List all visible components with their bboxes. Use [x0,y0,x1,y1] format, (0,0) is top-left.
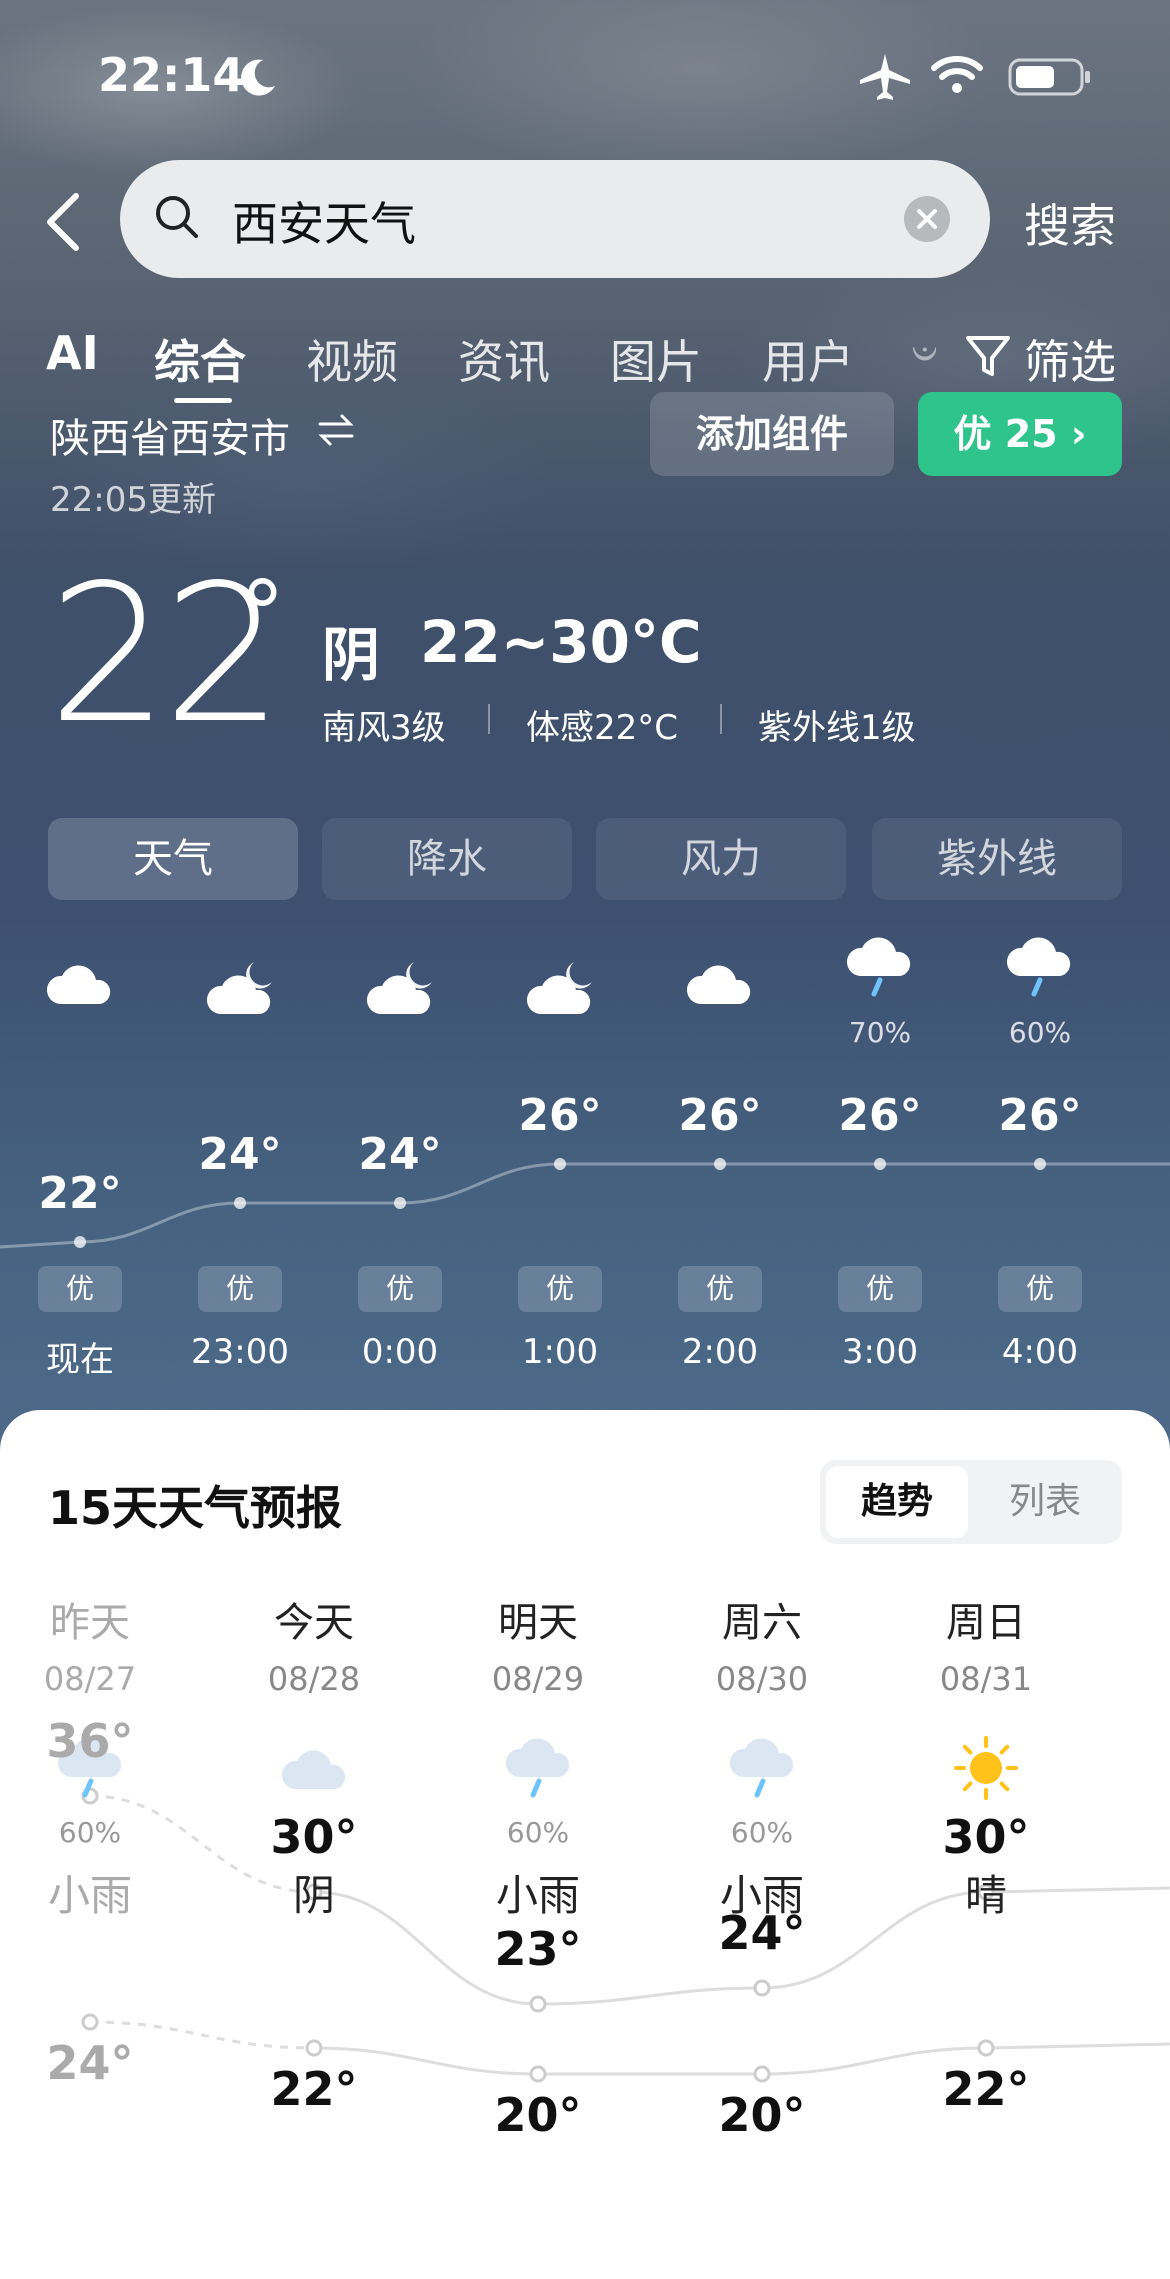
rain-icon [844,936,914,1002]
day-low-temp: 24° [46,2036,134,2090]
hourly-forecast[interactable]: 22° 优现在 24° 优 23:00 24° 优 0:00 26° 优 1:00 26° 优 2:00 7… [0,0,1170,1410]
day-name: 明天 [498,1600,578,1646]
day-low-temp: 20° [718,2088,806,2142]
air-quality-badge: 优 [518,1266,602,1312]
day-high-temp: 23° [494,1922,582,1976]
day-column[interactable]: 明天 08/29 60% 小雨 [438,1590,638,1923]
day-condition: 小雨 [47,1871,132,1920]
cloud-icon [684,960,754,1010]
hour-temp: 22° [38,1168,122,1219]
hour-label: 3:00 [841,1332,919,1372]
hour-temp: 26° [998,1090,1082,1141]
day-high-temp: 30° [942,1810,1030,1864]
day-high-temp: 30° [270,1810,358,1864]
hour-temp: 24° [198,1129,282,1180]
hour-label: 2:00 [681,1332,759,1372]
day-date: 08/30 [715,1660,809,1698]
sun-icon [886,1720,1086,1816]
day-name: 周日 [946,1600,1026,1646]
hour-temp: 26° [838,1090,922,1141]
air-quality-badge: 优 [198,1266,282,1312]
day-date: 08/31 [939,1660,1033,1698]
day-condition: 晴 [964,1871,1007,1920]
day-date: 08/27 [43,1660,137,1698]
air-quality-badge: 优 [358,1266,442,1312]
hour-label: 4:00 [1001,1332,1079,1372]
precip-chance: 60% [58,1816,122,1849]
air-quality-badge: 优 [678,1266,762,1312]
hour-temp: 26° [518,1090,602,1141]
day-name: 今天 [274,1600,354,1646]
day-low-temp: 20° [494,2088,582,2142]
hour-label: 现在 [46,1340,114,1380]
day-low-temp: 22° [942,2062,1030,2116]
rain-icon [1004,936,1074,1002]
hour-temp: 26° [678,1090,762,1141]
air-quality-badge: 优 [38,1266,122,1312]
cloud-moon-icon [364,960,438,1020]
day-name: 昨天 [50,1600,130,1646]
cloud-icon [214,1720,414,1816]
day-high-temp: 36° [46,1714,134,1768]
air-quality-badge: 优 [998,1266,1082,1312]
cloud-moon-icon [204,960,278,1020]
day-column[interactable]: 周六 08/30 60% 小雨 [662,1590,862,1923]
hour-label: 0:00 [361,1332,439,1372]
rain-icon [438,1720,638,1816]
precip-chance: 60% [730,1816,794,1849]
day-high-temp: 24° [718,1906,806,1960]
hour-label: 1:00 [521,1332,599,1372]
forecast-card: 15天天气预报 趋势 列表 昨天 08/27 60% 小雨 36° 24° 今天 08… [0,1410,1170,2279]
day-column[interactable]: 今天 08/28 阴 [214,1590,414,1923]
cloud-moon-icon [524,960,598,1020]
cloud-icon [44,960,114,1010]
day-condition: 小雨 [495,1871,580,1920]
precip-chance: 60% [506,1816,570,1849]
hour-temp: 24° [358,1129,442,1180]
day-condition: 阴 [292,1871,335,1920]
precip-chance: 70% [848,1016,912,1049]
hour-label: 23:00 [191,1332,289,1372]
day-date: 08/28 [267,1660,361,1698]
rain-icon [662,1720,862,1816]
precip-chance: 60% [1008,1016,1072,1049]
air-quality-badge: 优 [838,1266,922,1312]
hourly-temp-line [0,1158,1170,1249]
day-date: 08/29 [491,1660,585,1698]
day-column[interactable]: 周日 08/31 晴 [886,1590,1086,1923]
day-name: 周六 [722,1600,802,1646]
day-low-temp: 22° [270,2062,358,2116]
